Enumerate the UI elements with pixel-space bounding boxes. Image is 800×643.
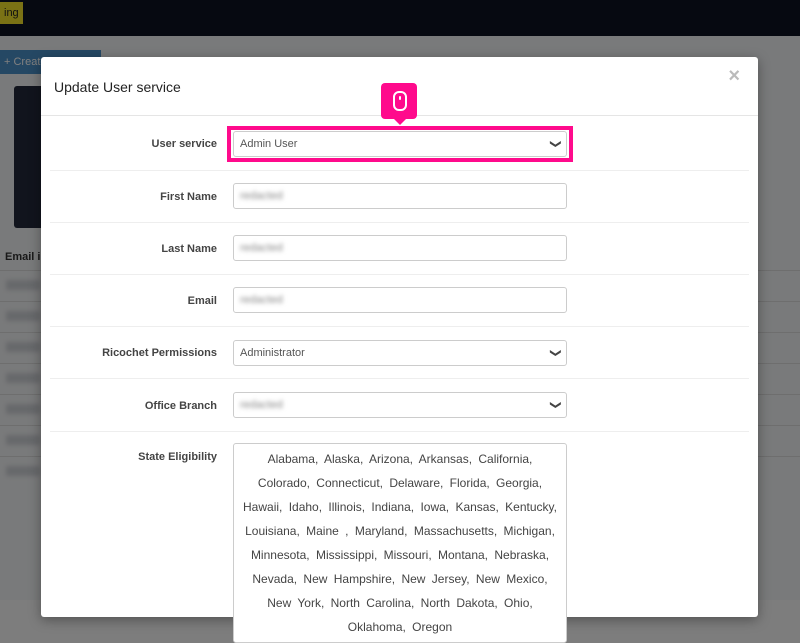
first-name-input[interactable]: redacted [233, 183, 567, 209]
first-name-value: redacted [240, 190, 283, 202]
office-branch-value: redacted [240, 399, 283, 411]
user-service-label: User service [151, 138, 217, 150]
email-label: Email [187, 295, 217, 307]
last-name-value: redacted [240, 242, 283, 254]
chevron-down-icon: ❯ [549, 400, 562, 410]
first-name-row: First Name redacted [50, 170, 749, 223]
ricochet-permissions-value: Administrator [240, 347, 305, 359]
modal-title: Update User service [54, 79, 181, 95]
close-icon[interactable]: × [728, 65, 740, 88]
ricochet-permissions-select[interactable]: Administrator ❯ [233, 340, 567, 366]
last-name-row: Last Name redacted [50, 222, 749, 275]
last-name-input[interactable]: redacted [233, 235, 567, 261]
chevron-down-icon: ❯ [549, 348, 562, 358]
office-branch-label: Office Branch [144, 400, 217, 412]
email-value: redacted [240, 294, 283, 306]
first-name-label: First Name [160, 191, 217, 203]
office-branch-row: Office Branch redacted ❯ [50, 378, 749, 432]
click-hint-bubble [381, 83, 417, 125]
focus-highlight [227, 126, 573, 162]
email-row: Email redacted [50, 274, 749, 327]
last-name-label: Last Name [161, 243, 217, 255]
mouse-icon [393, 91, 407, 111]
state-eligibility-multiselect[interactable]: Alabama, Alaska, Arizona, Arkansas, Cali… [233, 443, 567, 643]
ricochet-permissions-label: Ricochet Permissions [102, 347, 217, 359]
ricochet-permissions-row: Ricochet Permissions Administrator ❯ [50, 326, 749, 379]
state-eligibility-label: State Eligibility [138, 451, 217, 463]
state-eligibility-list: Alabama, Alaska, Arizona, Arkansas, Cali… [243, 452, 557, 634]
email-input[interactable]: redacted [233, 287, 567, 313]
state-eligibility-row: State Eligibility Alabama, Alaska, Arizo… [50, 443, 749, 643]
office-branch-select[interactable]: redacted ❯ [233, 392, 567, 418]
